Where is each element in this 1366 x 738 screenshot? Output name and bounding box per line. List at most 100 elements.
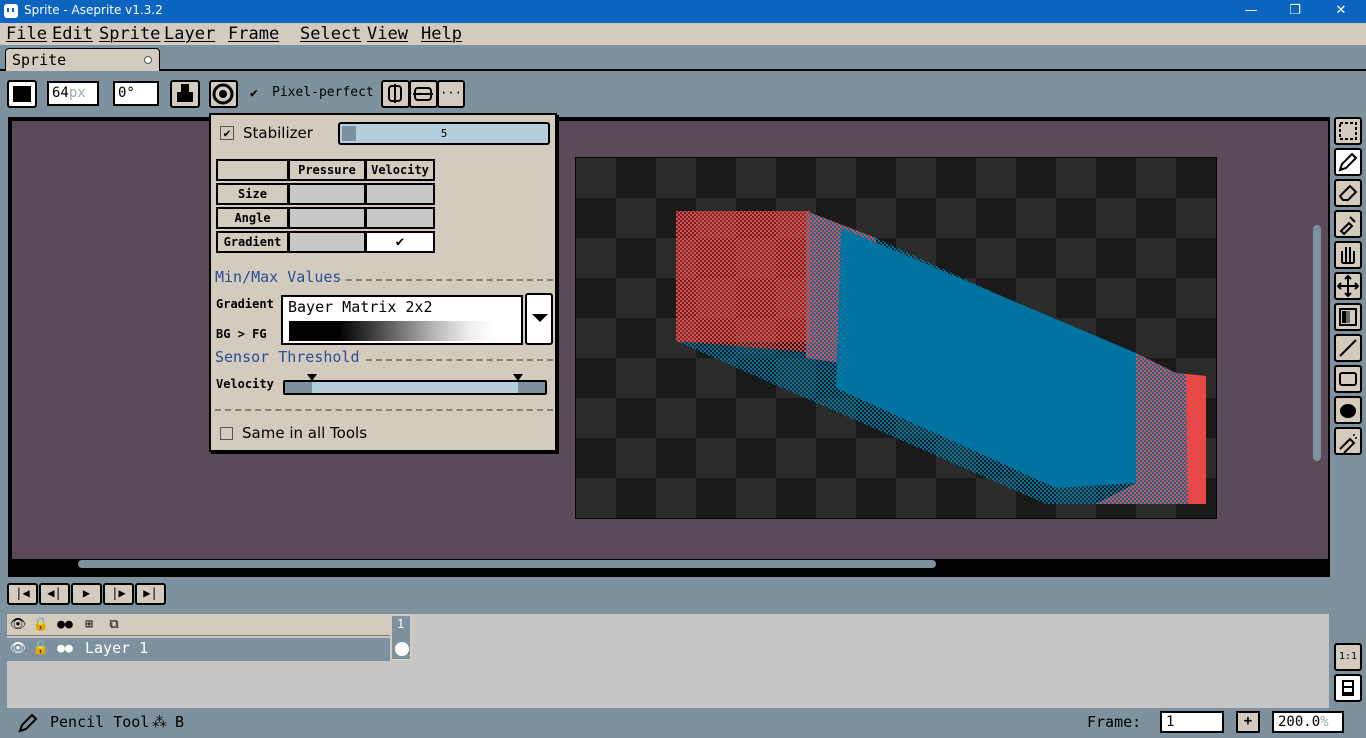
gradient-velocity-toggle[interactable]: ✔: [365, 231, 435, 253]
more-options-button[interactable]: ···: [437, 80, 465, 108]
onion-skin-icon[interactable]: ⧉: [103, 616, 125, 634]
min-threshold-handle[interactable]: [307, 374, 317, 381]
filmstrip-icon: [1342, 680, 1354, 696]
continuous-icon[interactable]: ●●: [54, 616, 76, 634]
angle-row-label: Angle: [216, 207, 289, 229]
fill-tool[interactable]: [1334, 396, 1362, 424]
square-brush-icon: [13, 86, 31, 102]
line-tool[interactable]: [1334, 334, 1362, 362]
filmstrip-button[interactable]: [1334, 674, 1362, 702]
brush-size-value: 64: [52, 85, 69, 101]
menu-view[interactable]: View: [367, 24, 408, 44]
last-frame-button[interactable]: ▶|: [135, 583, 166, 605]
lock-icon[interactable]: 🔒: [30, 616, 52, 634]
spray-tool[interactable]: [1334, 427, 1362, 455]
hand-tool[interactable]: [1334, 241, 1362, 269]
pencil-tool[interactable]: [1334, 148, 1362, 176]
aseprite-logo-icon: [4, 4, 18, 18]
angle-pressure-toggle[interactable]: [288, 207, 366, 229]
size-velocity-toggle[interactable]: [365, 183, 435, 205]
tab-label: Sprite: [12, 51, 67, 69]
gradient-pressure-toggle[interactable]: [288, 231, 366, 253]
size-pressure-toggle[interactable]: [288, 183, 366, 205]
symmetry-horizontal-icon: [413, 87, 433, 101]
brush-type-button[interactable]: [7, 80, 37, 108]
frame-number: 1: [397, 617, 405, 631]
layer-row[interactable]: 👁 🔓 ●● Layer 1: [7, 638, 390, 661]
menu-file[interactable]: File: [6, 24, 47, 44]
layer-tree-icon[interactable]: ⊞: [78, 616, 100, 634]
pressure-header: Pressure: [288, 159, 366, 181]
menu-select[interactable]: Select: [300, 24, 361, 44]
ink-type-button[interactable]: [170, 80, 200, 108]
dynamics-button[interactable]: [209, 80, 238, 108]
menu-help[interactable]: Help: [421, 24, 462, 44]
previous-frame-button[interactable]: ◀|: [39, 583, 70, 605]
play-button[interactable]: ▶: [71, 583, 102, 605]
menu-edit[interactable]: Edit: [52, 24, 93, 44]
marquee-icon: [1339, 122, 1357, 140]
same-all-tools-checkbox[interactable]: [220, 427, 233, 440]
layer-visible-eye-icon[interactable]: 👁: [7, 640, 29, 658]
move-tool[interactable]: [1334, 272, 1362, 300]
vertical-scrollbar[interactable]: [1313, 225, 1321, 461]
close-button[interactable]: ✕: [1318, 0, 1364, 23]
next-frame-button[interactable]: |▶: [103, 583, 134, 605]
modified-dot-icon[interactable]: [144, 56, 152, 64]
pencil-tool-icon: [18, 713, 38, 733]
move-icon: [1336, 274, 1360, 298]
eraser-tool[interactable]: [1334, 179, 1362, 207]
pixel-perfect-checkbox[interactable]: ✔: [250, 87, 263, 100]
tool-name: Pencil Tool: [50, 713, 150, 731]
minmax-title: Min/Max Values: [215, 268, 344, 286]
menu-layer[interactable]: Layer: [164, 24, 215, 44]
eyedropper-tool[interactable]: [1334, 210, 1362, 238]
paint-bucket-icon: [1340, 404, 1356, 418]
brush-size-unit: px: [68, 85, 86, 101]
brush-stroke-drawing: [676, 211, 1206, 504]
zoom-one-to-one-button[interactable]: 1:1: [1334, 643, 1362, 671]
gradient-dropdown[interactable]: Bayer Matrix 2x2: [281, 295, 523, 345]
maximize-button[interactable]: ❐: [1272, 0, 1318, 23]
frame-label: Frame:: [1087, 713, 1142, 731]
cel-indicator-icon[interactable]: [395, 642, 409, 656]
tab-sprite[interactable]: Sprite: [5, 48, 160, 71]
layer-continuous-icon[interactable]: ●●: [54, 640, 76, 658]
first-frame-button[interactable]: |◀: [7, 583, 38, 605]
rectangle-icon: [1339, 372, 1357, 386]
frame-column[interactable]: 1: [390, 614, 412, 661]
velocity-threshold-slider[interactable]: [283, 374, 547, 395]
gradient-preview: [289, 321, 494, 341]
velocity-header: Velocity: [365, 159, 435, 181]
grid-corner: [216, 159, 289, 181]
eye-icon[interactable]: 👁: [7, 616, 29, 634]
max-threshold-handle[interactable]: [513, 374, 523, 381]
add-frame-button[interactable]: +: [1236, 711, 1260, 733]
symmetry-horizontal-button[interactable]: [409, 80, 438, 108]
menu-sprite[interactable]: Sprite: [99, 24, 160, 44]
layer-name: Layer 1: [85, 639, 149, 657]
horizontal-scrollbar[interactable]: [78, 560, 936, 568]
angle-velocity-toggle[interactable]: [365, 207, 435, 229]
brush-size-input[interactable]: 64px: [47, 81, 99, 106]
brush-angle-input[interactable]: 0°: [113, 81, 159, 106]
sprite-canvas[interactable]: [575, 157, 1217, 519]
stabilizer-checkbox[interactable]: ✔: [220, 126, 234, 140]
menu-frame[interactable]: Frame: [228, 24, 279, 44]
sensor-threshold-title: Sensor Threshold: [215, 348, 362, 366]
layer-lock-icon[interactable]: 🔓: [30, 640, 52, 658]
stabilizer-slider[interactable]: 5: [338, 122, 550, 145]
chevron-down-icon[interactable]: [525, 293, 553, 345]
dynamics-icon: [212, 83, 234, 105]
gradient-row-label: Gradient: [216, 231, 289, 253]
eyedropper-icon: [1339, 216, 1356, 236]
gradient-tool[interactable]: [1334, 303, 1362, 331]
rectangle-tool[interactable]: [1334, 365, 1362, 393]
gradient-icon: [1339, 308, 1357, 326]
minimize-button[interactable]: —: [1228, 0, 1274, 23]
frame-input[interactable]: 1: [1160, 711, 1224, 733]
zoom-input[interactable]: 200.0%: [1272, 711, 1344, 733]
rectangular-marquee-tool[interactable]: [1334, 117, 1362, 145]
symmetry-vertical-button[interactable]: [381, 80, 410, 108]
animation-controls: |◀ ◀| ▶ |▶ ▶|: [7, 583, 167, 605]
